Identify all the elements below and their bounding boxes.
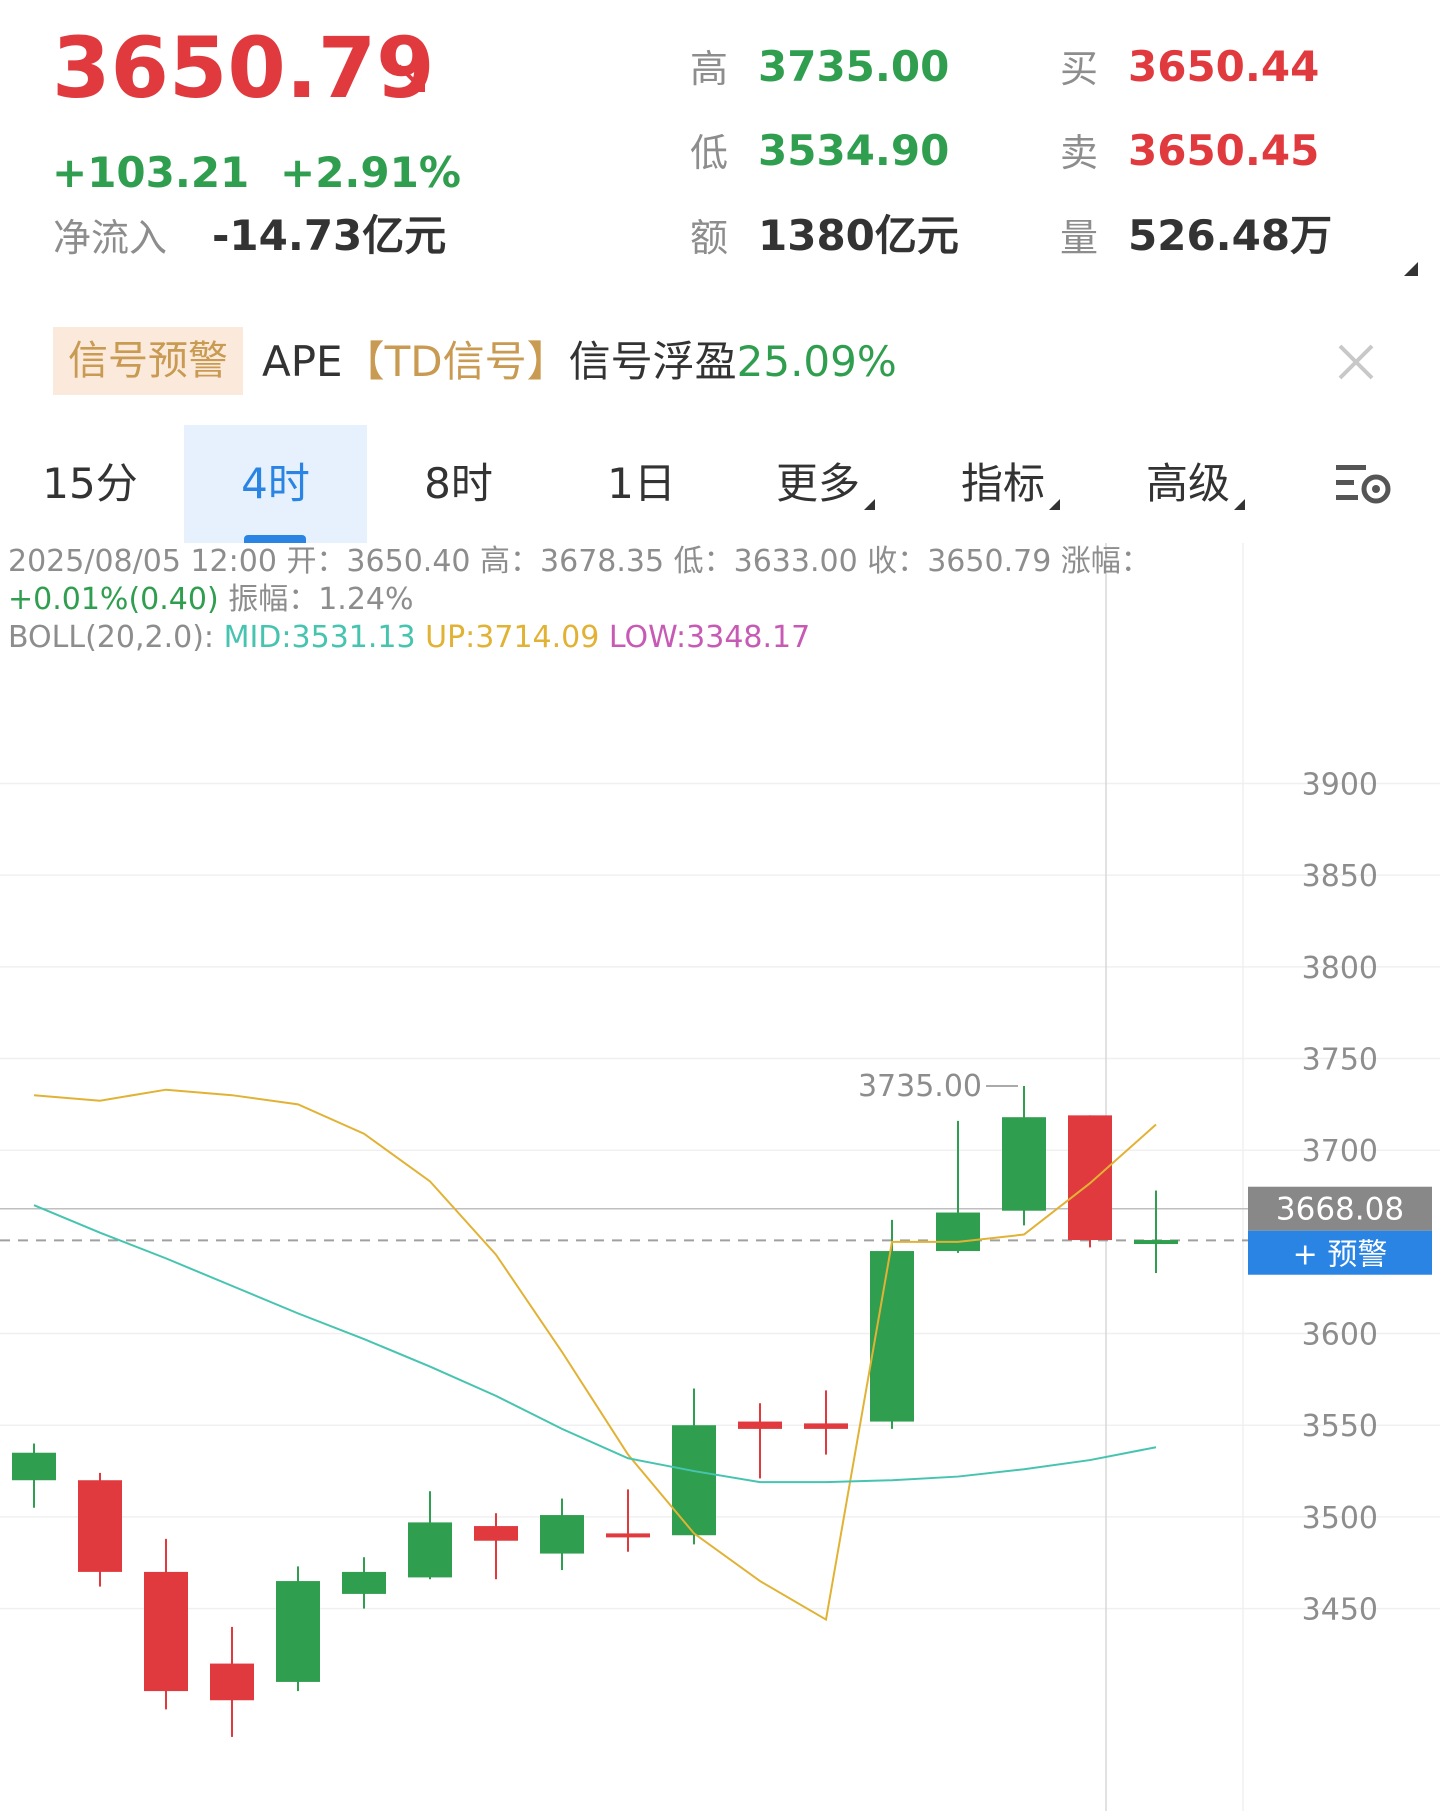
dropdown-triangle-icon — [864, 499, 875, 510]
candle-body — [804, 1423, 848, 1429]
chart-settings-icon[interactable] — [1334, 459, 1394, 509]
candle-body — [1068, 1115, 1112, 1241]
tab-8h[interactable]: 8时 — [367, 425, 550, 543]
y-axis-label: 3900 — [1302, 768, 1378, 803]
candle-body — [210, 1663, 254, 1701]
candle-body — [606, 1533, 650, 1538]
high-label: 高 — [690, 47, 729, 91]
signal-text: 信号浮盈 — [568, 337, 737, 386]
boll-label: BOLL(20,2.0): — [8, 620, 215, 655]
bid-value: 3650.44 — [1128, 42, 1320, 91]
y-axis-label: 3800 — [1302, 951, 1378, 986]
active-tab-indicator — [244, 535, 306, 543]
amount-value: 1380亿元 — [758, 211, 959, 260]
candle-body — [1002, 1117, 1046, 1211]
low-value: 3534.90 — [758, 126, 950, 175]
crosshair-price-label: 3668.08 — [1276, 1192, 1404, 1228]
tab-15min[interactable]: 15分 — [0, 425, 180, 543]
candle-body — [1134, 1240, 1178, 1245]
signal-message[interactable]: APE【TD信号】信号浮盈25.09% — [262, 334, 897, 390]
dropdown-triangle-icon — [1234, 499, 1245, 510]
candle-body — [540, 1515, 584, 1554]
candle-body — [672, 1425, 716, 1536]
candle-change: +0.01%(0.40) — [8, 582, 219, 617]
boll-mid: MID:3531.13 — [223, 620, 416, 655]
change-absolute: +103.21 — [52, 148, 250, 197]
candle-body — [936, 1212, 980, 1252]
signal-value: 25.09% — [736, 337, 897, 386]
candle-body — [474, 1526, 518, 1541]
candle-body — [738, 1421, 782, 1429]
candle-amplitude: 振幅：1.24% — [218, 582, 414, 617]
tab-4h[interactable]: 4时 — [184, 425, 367, 543]
tab-indicators[interactable]: 指标 — [918, 425, 1103, 543]
change-percent: +2.91% — [280, 148, 461, 197]
candle-body — [12, 1452, 56, 1481]
boll-mid-line — [33, 1204, 1157, 1484]
low-label: 低 — [690, 131, 729, 175]
add-alert-label: + 预警 — [1293, 1238, 1388, 1273]
ask-value: 3650.45 — [1128, 126, 1320, 175]
signal-prefix: APE — [262, 337, 343, 386]
y-axis-label: 3750 — [1302, 1043, 1378, 1078]
ask-label: 卖 — [1060, 131, 1099, 175]
net-inflow-label: 净流入 — [53, 216, 168, 260]
arrow-down-right-icon — [397, 64, 425, 92]
high-marker-label: 3735.00 — [858, 1069, 982, 1104]
candle-info-line: 2025/08/05 12:00 开：3650.40 高：3678.35 低：3… — [8, 544, 1151, 579]
y-axis-label: 3700 — [1302, 1134, 1378, 1169]
signal-tag: 【TD信号】 — [342, 337, 569, 386]
candle-body — [870, 1251, 914, 1422]
period-tabs: 15分 4时 8时 1日 更多 指标 高级 — [0, 425, 1440, 543]
y-axis-label: 3450 — [1302, 1593, 1378, 1628]
volume-value: 526.48万 — [1128, 211, 1333, 260]
net-inflow-value: -14.73亿元 — [212, 211, 447, 260]
candle-info-line-2: +0.01%(0.40) 振幅：1.24% — [8, 581, 414, 619]
candlestick-chart[interactable]: 3900 3850 3800 3750 3700 3600 3550 3500 3450 3735… — [0, 543, 1440, 1811]
y-axis-label: 3550 — [1302, 1409, 1378, 1444]
y-axis-label: 3850 — [1302, 859, 1378, 894]
tab-more[interactable]: 更多 — [733, 425, 918, 543]
candle-body — [276, 1581, 320, 1682]
y-axis-label: 3600 — [1302, 1318, 1378, 1353]
boll-up: UP:3714.09 — [425, 620, 600, 655]
signal-badge[interactable]: 信号预警 — [53, 327, 243, 395]
boll-up-line — [33, 1088, 1157, 1622]
amount-label: 额 — [690, 216, 729, 260]
boll-legend: BOLL(20,2.0): MID:3531.13 UP:3714.09 LOW… — [8, 619, 810, 657]
bid-label: 买 — [1060, 47, 1099, 91]
tab-advanced[interactable]: 高级 — [1103, 425, 1288, 543]
tab-1d[interactable]: 1日 — [550, 425, 733, 543]
candle-body — [408, 1522, 452, 1578]
boll-low: LOW:3348.17 — [608, 620, 811, 655]
y-axis-label: 3500 — [1302, 1501, 1378, 1536]
high-value: 3735.00 — [758, 42, 950, 91]
last-price: 3650.79 — [52, 19, 435, 117]
close-icon[interactable] — [1336, 342, 1376, 382]
candle-body — [78, 1480, 122, 1572]
volume-label: 量 — [1060, 216, 1099, 260]
candle-body — [144, 1571, 188, 1692]
candle-body — [342, 1571, 386, 1594]
dropdown-triangle-icon — [1049, 499, 1060, 510]
expand-triangle-icon[interactable] — [1404, 262, 1418, 276]
